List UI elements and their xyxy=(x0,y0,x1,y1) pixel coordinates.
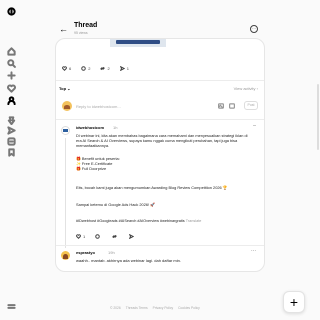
share-icon xyxy=(119,66,125,71)
left-rail xyxy=(0,0,22,320)
repost-icon xyxy=(100,66,106,71)
share-count: 1 xyxy=(126,66,129,71)
terms-link[interactable]: Threads Terms xyxy=(126,306,148,310)
comment-paragraph: Sampai ketemu di Google Ads Hack 2026! 🚀 xyxy=(76,202,156,207)
image-icon[interactable] xyxy=(218,103,224,109)
benefit-list: 🎁 Benefit untuk peserta: ✨ Free E-Certif… xyxy=(76,156,252,171)
repost-icon xyxy=(112,234,118,239)
scrollbar[interactable] xyxy=(317,84,319,150)
repost-count: 2 xyxy=(107,66,110,71)
thread-card: 6 2 2 1 Top ⌄ View activity › Reply to i… xyxy=(55,38,265,272)
repost-button[interactable] xyxy=(112,234,119,239)
avatar xyxy=(62,101,72,111)
divider xyxy=(56,80,264,81)
view-count: 95 views xyxy=(74,31,88,35)
reply-timestamp: 19h xyxy=(108,250,115,255)
comment-paragraph: Eits, bocah kami juga akan mengumumkan A… xyxy=(76,185,228,190)
comment-icon xyxy=(81,66,86,71)
heart-icon[interactable] xyxy=(6,83,16,93)
reply-input[interactable]: Reply to idwebhostcom... xyxy=(76,104,121,109)
reply-username[interactable]: esprastyo xyxy=(76,250,95,255)
copyright: © 2026 xyxy=(110,306,121,310)
privacy-link[interactable]: Privacy Policy xyxy=(153,306,174,310)
send-icon[interactable] xyxy=(6,125,16,135)
profile-icon[interactable] xyxy=(6,95,16,105)
pin-icon[interactable] xyxy=(6,115,16,125)
search-icon[interactable] xyxy=(6,58,16,68)
like-button[interactable]: 6 xyxy=(62,66,71,71)
like-button[interactable]: 1 xyxy=(76,234,85,239)
footer: © 2026 Threads Terms Privacy Policy Cook… xyxy=(110,306,200,310)
heart-icon xyxy=(62,66,67,71)
likes-icon[interactable] xyxy=(6,136,16,146)
post-button[interactable]: Post xyxy=(244,101,258,110)
comment-button[interactable] xyxy=(95,234,102,239)
comment-icon xyxy=(95,234,100,239)
post-image[interactable] xyxy=(110,39,166,47)
post-image-banner xyxy=(116,40,160,44)
heart-icon xyxy=(76,234,81,239)
share-button[interactable]: 1 xyxy=(119,66,129,71)
comment-actions: 1 xyxy=(76,234,136,239)
comment-timestamp: 1h xyxy=(113,125,118,130)
hashtags: #IDwebhost #Googleads #AISearch #AIOverv… xyxy=(76,219,256,224)
translate-link[interactable]: Translate xyxy=(186,219,202,223)
avatar[interactable] xyxy=(61,251,70,260)
divider xyxy=(56,119,264,120)
divider xyxy=(56,245,264,246)
create-icon[interactable] xyxy=(6,70,16,80)
reply-text: waahh.. mantab. akhirnya ada webinar lag… xyxy=(76,258,181,263)
bookmark-icon[interactable] xyxy=(6,147,16,157)
gif-icon[interactable] xyxy=(229,103,235,109)
hashtag-links[interactable]: #IDwebhost #Googleads #AISearch #AIOverv… xyxy=(76,219,185,223)
sort-dropdown[interactable]: Top ⌄ xyxy=(59,86,71,91)
threads-logo-icon[interactable] xyxy=(6,6,16,16)
comment-paragraph: Di webinar ini, kita akan membahas bagai… xyxy=(76,133,248,149)
comment-count: 2 xyxy=(88,66,91,71)
page-title: Thread xyxy=(74,22,98,29)
like-count: 6 xyxy=(69,66,72,71)
menu-icon[interactable] xyxy=(6,301,16,311)
comment-button[interactable]: 2 xyxy=(81,66,90,71)
reply-attachments xyxy=(218,103,235,109)
back-arrow-icon[interactable]: ← xyxy=(59,24,68,34)
share-button[interactable] xyxy=(129,234,136,239)
thread-line xyxy=(65,138,66,248)
share-icon xyxy=(129,234,135,239)
comment-more-icon[interactable]: ··· xyxy=(253,123,257,129)
create-thread-button[interactable]: + xyxy=(283,291,305,313)
view-activity-link[interactable]: View activity › xyxy=(234,86,258,91)
repost-button[interactable]: 2 xyxy=(100,66,110,71)
avatar[interactable] xyxy=(61,126,70,135)
benefit-item: 🎁 Full Doorprize xyxy=(76,166,107,172)
cookies-link[interactable]: Cookies Policy xyxy=(178,306,200,310)
more-options-icon[interactable]: ··· xyxy=(250,25,258,33)
post-actions: 6 2 2 1 xyxy=(62,66,129,71)
comment-username[interactable]: idwebhostcom xyxy=(76,125,104,130)
like-count: 1 xyxy=(83,234,86,239)
home-icon[interactable] xyxy=(6,46,16,56)
reply-more-icon[interactable]: ··· xyxy=(251,248,256,254)
